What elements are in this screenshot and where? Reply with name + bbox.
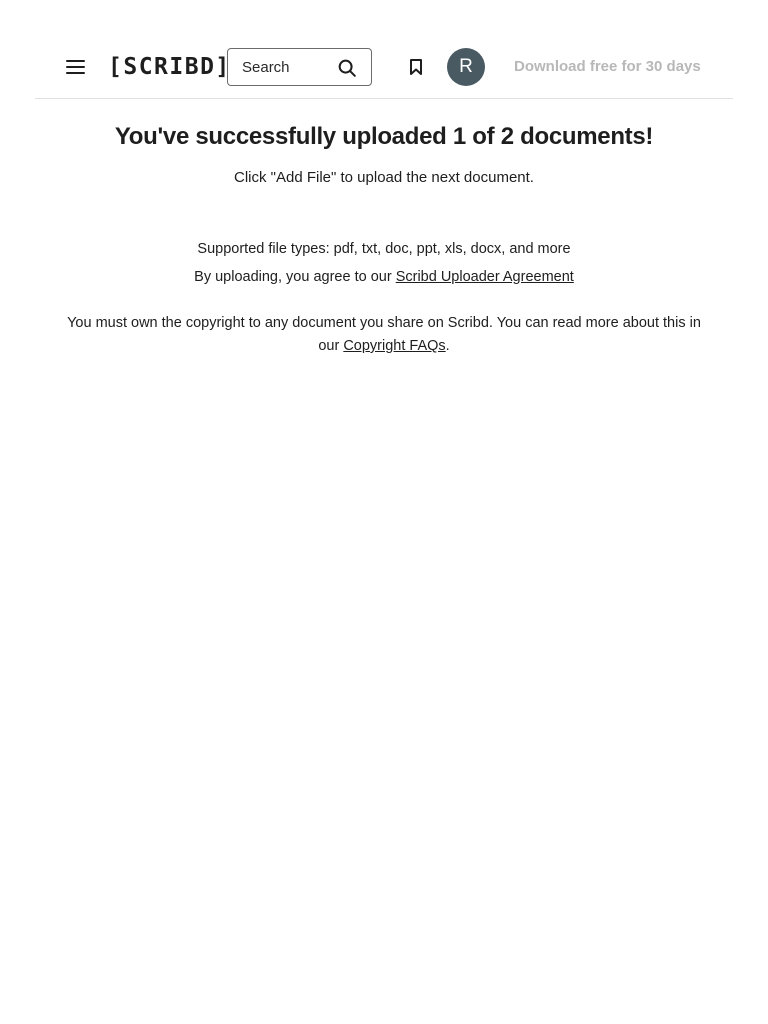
copyright-suffix: . [445, 338, 450, 354]
uploader-agreement-notice: By uploading, you agree to our Scribd Up… [60, 263, 708, 291]
upload-status-panel: You've successfully uploaded 1 of 2 docu… [60, 110, 708, 358]
copyright-faqs-link[interactable]: Copyright FAQs [343, 338, 445, 354]
user-avatar[interactable]: R [447, 48, 485, 86]
bookmark-icon[interactable] [406, 57, 426, 77]
download-free-trial-link[interactable]: Download free for 30 days [514, 56, 701, 78]
copyright-notice: You must own the copyright to any docume… [60, 312, 708, 358]
agreement-prefix: By uploading, you agree to our [194, 269, 396, 285]
supported-file-types: Supported file types: pdf, txt, doc, ppt… [197, 241, 571, 257]
top-nav-bar: [SCRIBD] R Download free for 30 days [35, 0, 733, 99]
upload-info: Supported file types: pdf, txt, doc, ppt… [60, 235, 708, 291]
uploader-agreement-link[interactable]: Scribd Uploader Agreement [396, 269, 574, 285]
scribd-logo[interactable]: [SCRIBD] [108, 52, 231, 82]
menu-bar [66, 72, 85, 74]
search-icon[interactable] [336, 57, 358, 79]
menu-bar [66, 60, 85, 62]
page-title: You've successfully uploaded 1 of 2 docu… [114, 123, 654, 150]
menu-bar [66, 66, 85, 68]
search-input[interactable] [242, 57, 332, 77]
search-box[interactable] [227, 48, 372, 86]
upload-instruction: Click "Add File" to upload the next docu… [234, 169, 534, 186]
hamburger-menu-icon[interactable] [63, 56, 87, 78]
